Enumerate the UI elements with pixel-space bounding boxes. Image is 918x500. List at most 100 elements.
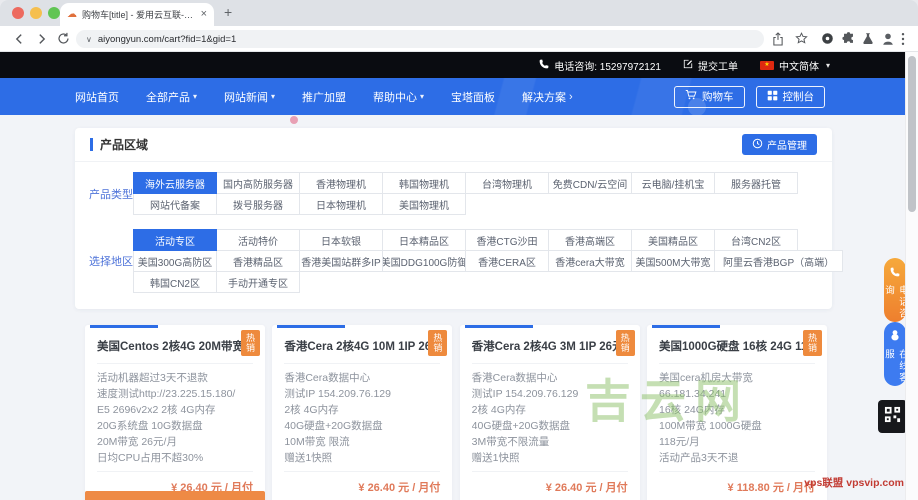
region-tab[interactable]: 美国精品区	[631, 229, 715, 251]
product-area-panel: 产品区域 产品管理 产品类型 海外云服务器 国内高防服务器 香港物理机 韩国物理…	[75, 128, 844, 309]
nav-home[interactable]: 网站首页	[75, 89, 119, 105]
product-card[interactable]: 热销 美国1000G硬盘 16核 24G 118元 美国cera机房大带宽 66…	[646, 325, 827, 500]
type-tab[interactable]: 台湾物理机	[465, 172, 549, 194]
console-button[interactable]: 控制台	[755, 85, 825, 108]
type-tab[interactable]: 免费CDN/云空间	[548, 172, 632, 194]
browser-window: ☁ 购物车[title] - 爱用云互联-专注 × + ∨ aiyongyun.…	[0, 0, 918, 500]
nav-all-products[interactable]: 全部产品 ▾	[146, 89, 197, 105]
tab-close-icon[interactable]: ×	[201, 9, 207, 20]
chevron-down-icon[interactable]: ∨	[86, 35, 92, 44]
maximize-window-button[interactable]	[48, 7, 60, 19]
bookmark-star-icon[interactable]	[795, 32, 808, 45]
back-icon[interactable]	[12, 32, 26, 46]
region-tab[interactable]: 香港CTG沙田	[465, 229, 549, 251]
close-window-button[interactable]	[12, 7, 24, 19]
region-tab[interactable]: 美国300G高防区	[133, 250, 217, 272]
region-tab[interactable]: 韩国CN2区	[133, 271, 217, 293]
region-row: 选择地区 活动专区 活动特价 日本软银 日本精品区 香港CTG沙田 香港高端区 …	[75, 229, 844, 293]
product-spec: E5 2696v2x2 2核 4G内存	[97, 404, 216, 416]
type-tab[interactable]: 拨号服务器	[216, 193, 300, 215]
region-tab[interactable]: 日本软银	[299, 229, 383, 251]
reload-icon[interactable]	[57, 32, 70, 45]
chevron-down-icon: ▾	[825, 60, 830, 70]
chevron-right-icon: ›	[569, 90, 573, 103]
type-tab[interactable]: 日本物理机	[299, 193, 383, 215]
region-tab[interactable]: 手动开通专区	[216, 271, 300, 293]
phone-number: 电话咨询: 15297972121	[554, 61, 661, 73]
product-spec: 118元/月	[658, 436, 700, 448]
console-grid-icon	[767, 90, 778, 104]
submit-ticket-link[interactable]: 提交工单	[683, 58, 738, 73]
type-tab[interactable]: 云电脑/挂机宝	[631, 172, 715, 194]
region-tab[interactable]: 美国DDG100G防御	[382, 250, 466, 272]
product-spec: 2核 4G内存	[284, 404, 339, 416]
product-spec: 20M带宽 26元/月	[97, 436, 177, 448]
hot-badge: 热销	[802, 330, 822, 356]
extension-circle-icon[interactable]	[821, 32, 834, 45]
product-spec: 赠送1快照	[471, 452, 520, 464]
region-tab[interactable]: 日本精品区	[382, 229, 466, 251]
browser-tab-strip: ☁ 购物车[title] - 爱用云互联-专注 × +	[0, 0, 918, 26]
share-icon[interactable]	[772, 32, 784, 46]
new-tab-button[interactable]: +	[224, 4, 232, 20]
product-price: ¥ 26.40 元 / 月付	[358, 482, 441, 494]
phone-consult-float-button[interactable]: 电话咨询	[883, 258, 905, 322]
qr-code-float-button[interactable]	[878, 400, 905, 433]
region-tab[interactable]: 香港CERA区	[465, 250, 549, 272]
product-spec: 赠送1快照	[284, 452, 333, 464]
online-service-float-button[interactable]: 在线客服	[883, 322, 905, 386]
online-service-label: 在线客服	[883, 349, 905, 384]
product-type-row: 产品类型 海外云服务器 国内高防服务器 香港物理机 韩国物理机 台湾物理机 免费…	[75, 172, 832, 215]
nav-affiliate[interactable]: 推广加盟	[302, 89, 346, 105]
url-text: aiyongyun.com/cart?fid=1&gid=1	[97, 33, 237, 45]
product-card[interactable]: 热销 香港Cera 2核4G 3M 1IP 26元 香港Cera数据中心 测试I…	[459, 325, 640, 500]
flask-icon[interactable]	[862, 32, 874, 45]
minimize-window-button[interactable]	[30, 7, 42, 19]
region-tab[interactable]: 香港cera大带宽	[548, 250, 632, 272]
address-bar[interactable]: ∨ aiyongyun.com/cart?fid=1&gid=1	[76, 30, 764, 48]
extensions-puzzle-icon[interactable]	[842, 32, 855, 45]
type-tab[interactable]: 网站代备案	[133, 193, 217, 215]
cart-button[interactable]: 购物车	[674, 85, 745, 108]
region-tab[interactable]: 阿里云香港BGP（高端）	[714, 250, 844, 272]
nav-help-center[interactable]: 帮助中心 ▾	[373, 89, 424, 105]
product-spec: 日均CPU占用不超30%	[97, 452, 204, 464]
profile-avatar-icon[interactable]	[881, 32, 895, 46]
type-tab[interactable]: 国内高防服务器	[216, 172, 300, 194]
language-select[interactable]: ★ 中文简体 ▾	[759, 58, 830, 73]
chevron-down-icon: ▾	[420, 92, 425, 101]
type-tab[interactable]: 美国物理机	[382, 193, 466, 215]
region-tab[interactable]: 香港高端区	[548, 229, 632, 251]
region-tab[interactable]: 香港精品区	[216, 250, 300, 272]
phone-icon	[539, 59, 549, 72]
product-card[interactable]: 热销 美国Centos 2核4G 20M带宽 26元 活动机器超过3天不退款 速…	[85, 325, 265, 500]
region-tab[interactable]: 活动特价	[216, 229, 300, 251]
buy-button[interactable]	[85, 491, 265, 500]
product-title: 香港Cera 2核4G 10M 1IP 26元	[284, 341, 429, 353]
hot-badge: 热销	[241, 330, 260, 356]
region-tab[interactable]: 美国500M大带宽	[631, 250, 715, 272]
phone-float-label: 电话咨询	[883, 285, 905, 320]
type-tab[interactable]: 服务器托管	[714, 172, 798, 194]
region-tab[interactable]: 台湾CN2区	[714, 229, 798, 251]
scrollbar-thumb[interactable]	[908, 56, 916, 212]
type-tab[interactable]: 海外云服务器	[133, 172, 217, 194]
region-tab[interactable]: 香港美国站群多IP	[299, 250, 383, 272]
card-accent-bar	[90, 325, 158, 328]
browser-address-bar: ∨ aiyongyun.com/cart?fid=1&gid=1	[0, 26, 918, 52]
product-spec: 40G硬盘+20G数据盘	[284, 420, 383, 432]
nav-bt-panel[interactable]: 宝塔面板	[451, 89, 495, 105]
nav-solutions[interactable]: 解决方案 ›	[522, 89, 573, 105]
type-tab[interactable]: 香港物理机	[299, 172, 383, 194]
browser-menu-kebab-icon[interactable]	[901, 32, 905, 46]
product-card[interactable]: 热销 香港Cera 2核4G 10M 1IP 26元 香港Cera数据中心 测试…	[272, 325, 453, 500]
nav-news[interactable]: 网站新闻 ▾	[224, 89, 275, 105]
region-tab[interactable]: 活动专区	[133, 229, 217, 251]
product-title: 香港Cera 2核4G 3M 1IP 26元	[471, 341, 616, 353]
browser-tab[interactable]: ☁ 购物车[title] - 爱用云互联-专注 ×	[60, 3, 214, 26]
forward-icon[interactable]	[35, 32, 49, 46]
type-tab[interactable]: 韩国物理机	[382, 172, 466, 194]
product-manage-button[interactable]: 产品管理	[742, 134, 817, 155]
site-topbar: 电话咨询: 15297972121 提交工单 ★ 中文简体 ▾	[0, 52, 905, 78]
page-scrollbar[interactable]	[905, 52, 918, 500]
